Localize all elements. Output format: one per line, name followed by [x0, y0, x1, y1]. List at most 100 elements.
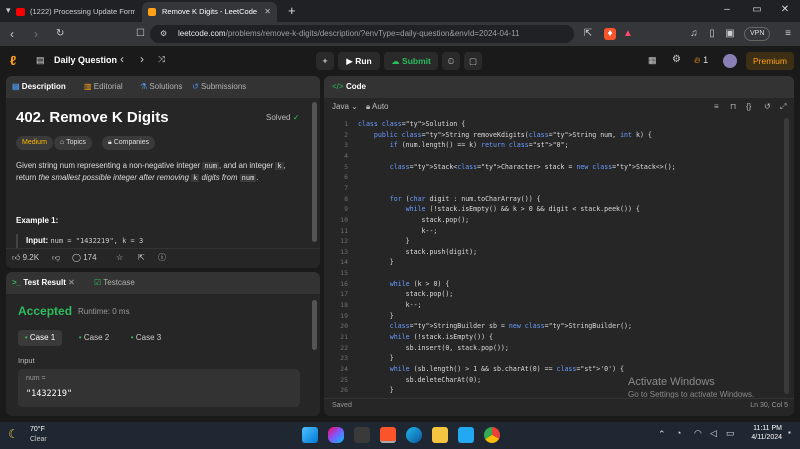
layout-icon[interactable]: ▦	[648, 55, 657, 66]
comments-button[interactable]: ◯ 174	[72, 249, 97, 267]
new-tab-icon[interactable]: +	[288, 3, 296, 18]
share-icon[interactable]: ⇱	[138, 249, 145, 267]
browser-tab-youtube[interactable]: (1222) Processing Update Form with	[10, 2, 135, 22]
close-window-icon[interactable]: ✕	[770, 0, 800, 22]
code-line[interactable]: public class="ty">String removeKdigits(c…	[358, 131, 652, 139]
topics-tag[interactable]: ⌂ Topics	[54, 136, 92, 150]
code-line[interactable]: class="ty">StringBuilder sb = new class=…	[358, 322, 632, 330]
bookmark-icon[interactable]: ⊓	[730, 98, 736, 116]
tab-testcase[interactable]: ☑ Testcase	[94, 272, 135, 294]
close-tab-icon[interactable]: ✕	[264, 2, 271, 22]
sidebar-icon[interactable]: ▯	[706, 28, 718, 40]
leetcode-logo[interactable]: ℓ	[10, 53, 24, 69]
code-line[interactable]: }	[358, 237, 410, 245]
auto-mode[interactable]: 🔒︎ Auto	[366, 98, 389, 116]
close-icon[interactable]: ✕	[68, 278, 75, 287]
case-2-tab[interactable]: • Case 2	[72, 330, 116, 346]
browser-tab-leetcode[interactable]: Remove K Digits - LeetCode ✕	[142, 2, 277, 22]
reload-icon[interactable]: ↻	[56, 26, 64, 42]
file-explorer-icon[interactable]	[354, 427, 370, 443]
edge-icon[interactable]	[406, 427, 422, 443]
code-line[interactable]: }	[358, 354, 394, 362]
code-line[interactable]: if (num.length() == k) return class="st"…	[358, 141, 569, 149]
help-icon[interactable]: ⓘ	[158, 249, 166, 267]
code-line[interactable]: class class="ty">Solution {	[358, 120, 465, 128]
site-info-icon[interactable]: ⚙	[160, 25, 167, 43]
music-icon[interactable]: ♫	[688, 28, 700, 40]
minimize-icon[interactable]: –	[712, 0, 742, 22]
notes-icon[interactable]: ▢	[464, 52, 482, 70]
code-line[interactable]: k--;	[358, 227, 438, 235]
notification-icon[interactable]: ▪	[788, 428, 791, 437]
brave-shield-icon[interactable]: ♦	[604, 28, 616, 40]
code-line[interactable]: class="ty">Stack<class="ty">Character> s…	[358, 163, 676, 171]
vpn-button[interactable]: VPN	[744, 27, 771, 41]
problem-list-icon[interactable]: ▤	[36, 55, 45, 66]
run-button[interactable]: ▶ Run	[338, 52, 380, 70]
vscode-icon[interactable]	[458, 427, 474, 443]
streak-counter[interactable]: 🔥︎ 1	[694, 55, 708, 66]
copilot-icon[interactable]	[328, 427, 344, 443]
code-line[interactable]: while (!stack.isEmpty()) {	[358, 333, 493, 341]
editor-scrollbar[interactable]	[784, 118, 789, 394]
code-line[interactable]: stack.pop();	[358, 290, 454, 298]
back-icon[interactable]: ‹	[10, 26, 14, 42]
code-line[interactable]: stack.push(digit);	[358, 248, 477, 256]
code-line[interactable]: while (sb.length() > 1 && sb.charAt(0) =…	[358, 365, 624, 373]
test-scrollbar[interactable]	[312, 300, 317, 350]
forward-icon[interactable]: ›	[34, 26, 38, 42]
format-icon[interactable]: ≡	[714, 98, 719, 116]
tab-test-result[interactable]: >_ Test Result ✕	[12, 272, 75, 294]
like-button[interactable]: 👍︎ 9.2K	[12, 249, 39, 267]
chrome-icon[interactable]	[484, 427, 500, 443]
code-line[interactable]: }	[358, 258, 394, 266]
folder-icon[interactable]	[432, 427, 448, 443]
avatar[interactable]	[723, 54, 737, 68]
code-line[interactable]: }	[358, 312, 394, 320]
shuffle-icon[interactable]: ⤨	[158, 54, 165, 65]
brave-icon[interactable]	[380, 427, 396, 443]
code-line[interactable]: sb.insert(0, stack.pop());	[358, 344, 509, 352]
code-line[interactable]: }	[358, 386, 394, 394]
star-icon[interactable]: ☆	[116, 249, 123, 267]
clock[interactable]: 11:11 PM 4/11/2024	[742, 425, 782, 441]
language-select[interactable]: Java ⌄	[332, 98, 358, 116]
tray-chevron-icon[interactable]: ⌃	[658, 429, 666, 440]
code-line[interactable]: stack.pop();	[358, 216, 470, 224]
next-problem-icon[interactable]: ›	[140, 52, 144, 66]
code-line[interactable]: k--;	[358, 301, 422, 309]
tab-editorial[interactable]: ▥ Editorial	[84, 76, 123, 98]
code-line[interactable]: for (char digit : num.toCharArray()) {	[358, 195, 541, 203]
difficulty-badge[interactable]: Medium	[16, 136, 53, 150]
reset-icon[interactable]: ↺	[764, 98, 771, 116]
debug-button[interactable]: ✦	[316, 52, 334, 70]
tab-submissions[interactable]: ↺ Submissions	[192, 76, 246, 98]
sync-icon[interactable]: ◔	[676, 428, 681, 438]
start-icon[interactable]	[302, 427, 318, 443]
restore-icon[interactable]: ▭	[742, 0, 772, 22]
code-line[interactable]: sb.deleteCharAt(0);	[358, 376, 481, 384]
wallet-icon[interactable]: ▣	[724, 28, 736, 40]
wifi-icon[interactable]: ◠	[694, 428, 702, 439]
prev-problem-icon[interactable]: ‹	[120, 52, 124, 66]
fullscreen-icon[interactable]: ⤢	[780, 98, 786, 116]
tab-solutions[interactable]: ⚗ Solutions	[140, 76, 182, 98]
address-bar[interactable]: ⚙ leetcode.com/problems/remove-k-digits/…	[150, 25, 574, 43]
case-3-tab[interactable]: • Case 3	[124, 330, 168, 346]
premium-button[interactable]: Premium	[746, 52, 794, 70]
bookmark-icon[interactable]: ☐	[136, 26, 145, 42]
description-scrollbar[interactable]	[312, 102, 317, 242]
case-1-tab[interactable]: • Case 1	[18, 330, 62, 346]
share-icon[interactable]: ⇱	[582, 28, 594, 40]
timer-icon[interactable]: ⏲	[442, 52, 460, 70]
code-line[interactable]: while (!stack.isEmpty() && k > 0 && digi…	[358, 205, 640, 213]
code-line[interactable]: while (k > 0) {	[358, 280, 450, 288]
battery-icon[interactable]: ▭	[726, 428, 735, 439]
companies-tag[interactable]: 🔒︎ Companies	[102, 136, 156, 150]
dislike-icon[interactable]: 👎︎	[52, 249, 60, 267]
submit-button[interactable]: ☁ Submit	[384, 52, 438, 70]
menu-icon[interactable]: ≡	[782, 28, 794, 40]
daily-question-title[interactable]: Daily Question	[54, 55, 117, 65]
brave-rewards-icon[interactable]: ▲	[622, 28, 634, 40]
settings-icon[interactable]: ⚙	[672, 54, 681, 65]
